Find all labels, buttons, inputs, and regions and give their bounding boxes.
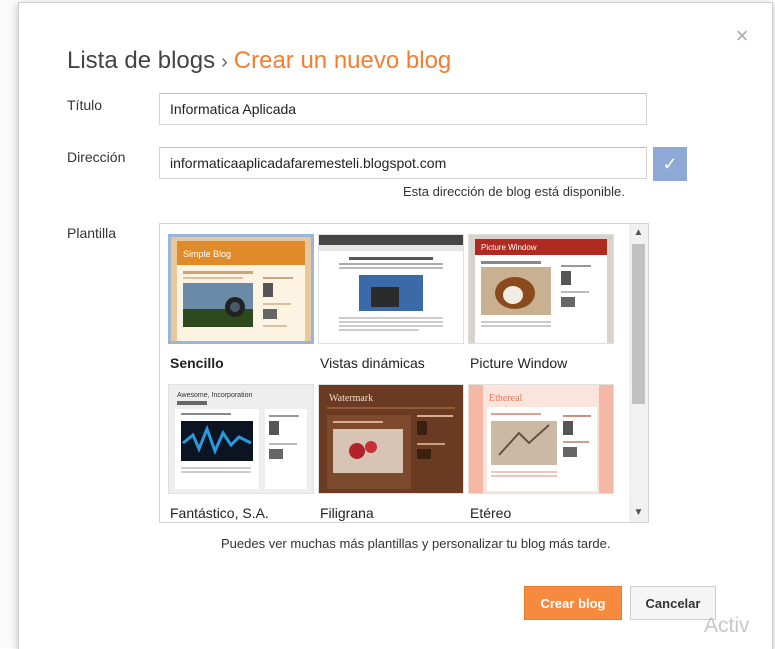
template-name[interactable]: Filigrana <box>320 505 374 521</box>
template-name[interactable]: Sencillo <box>170 355 224 371</box>
thumb-header-text: Ethereal <box>489 393 523 404</box>
create-blog-button[interactable]: Crear blog <box>524 586 622 620</box>
template-thumbnail[interactable] <box>318 234 464 344</box>
address-status: Esta dirección de blog está disponible. <box>403 184 625 199</box>
background-page-strip <box>0 0 18 648</box>
thumb-header-text: Awesome, Incorporation <box>177 392 252 399</box>
scroll-thumb[interactable] <box>632 244 645 404</box>
template-thumbnail[interactable]: Picture Window <box>468 234 614 344</box>
dialog-title: Lista de blogs › Crear un nuevo blog <box>67 47 451 75</box>
create-blog-dialog: × Lista de blogs › Crear un nuevo blog Tít… <box>18 2 773 649</box>
template-picker: Simple Blog Sencillo Vistas dinámicas Pi… <box>159 223 649 523</box>
breadcrumb-separator-icon: › <box>221 51 228 73</box>
breadcrumb-blog-list[interactable]: Lista de blogs <box>67 47 215 74</box>
template-scrollbar[interactable]: ▲ ▼ <box>629 224 648 522</box>
thumb-header-text: Picture Window <box>481 243 537 252</box>
thumb-header-text: Watermark <box>329 393 373 404</box>
template-name[interactable]: Fantástico, S.A. <box>170 505 269 521</box>
address-label: Dirección <box>67 149 126 165</box>
activation-watermark: Activ <box>704 614 750 637</box>
template-name[interactable]: Picture Window <box>470 355 567 371</box>
address-input[interactable] <box>159 147 647 179</box>
template-thumbnail[interactable]: Simple Blog <box>168 234 314 344</box>
template-thumbnail[interactable]: Watermark <box>318 384 464 494</box>
scroll-down-icon[interactable]: ▼ <box>629 504 648 522</box>
template-name[interactable]: Vistas dinámicas <box>320 355 425 371</box>
template-thumbnail[interactable]: Awesome, Incorporation <box>168 384 314 494</box>
address-available-check-icon: ✓ <box>653 147 687 181</box>
template-label: Plantilla <box>67 225 117 241</box>
more-templates-note: Puedes ver muchas más plantillas y perso… <box>221 536 611 551</box>
template-thumbnail[interactable]: Ethereal <box>468 384 614 494</box>
title-label: Título <box>67 97 103 113</box>
title-input[interactable] <box>159 93 647 125</box>
template-name[interactable]: Etéreo <box>470 505 511 521</box>
breadcrumb-current: Crear un nuevo blog <box>233 47 452 74</box>
thumb-header-text: Simple Blog <box>183 249 231 259</box>
close-icon[interactable]: × <box>733 25 751 47</box>
scroll-up-icon[interactable]: ▲ <box>629 224 648 242</box>
